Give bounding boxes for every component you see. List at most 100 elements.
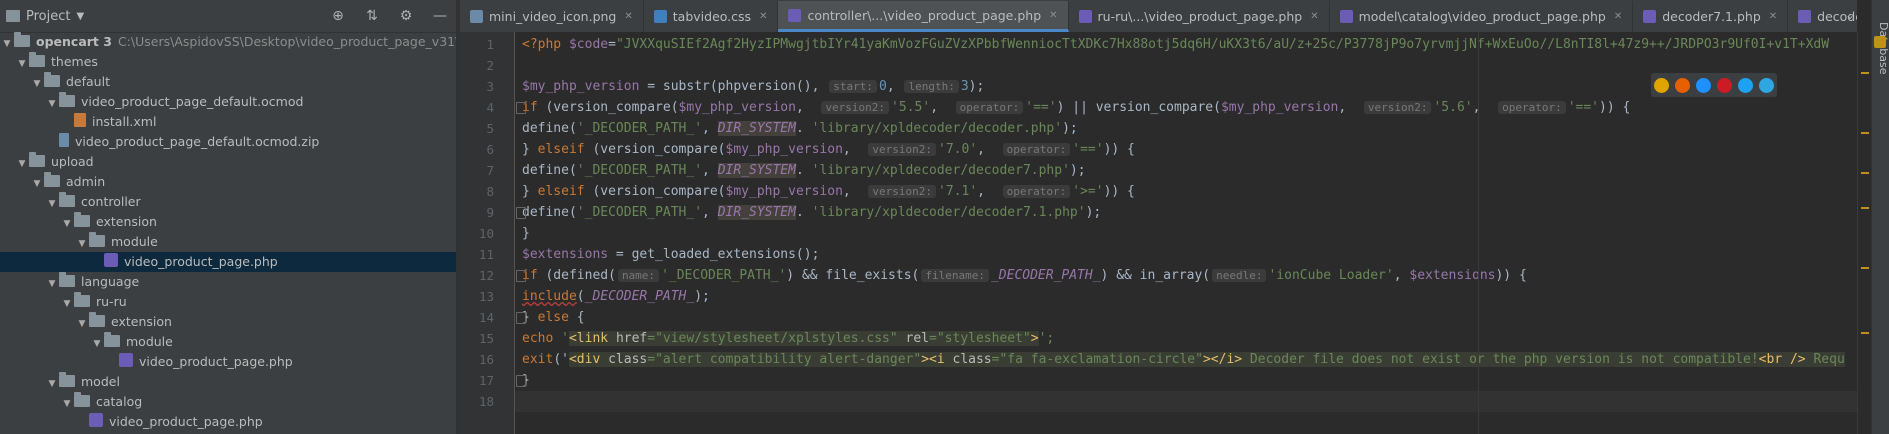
tree-folder[interactable]: ▼ extension — [0, 312, 456, 332]
editor-tab[interactable]: mini_video_icon.png ✕ — [460, 1, 644, 32]
editor-tab[interactable]: decoder7.1.php ✕ — [1633, 1, 1789, 32]
close-tab-icon[interactable]: ✕ — [1049, 10, 1057, 21]
close-tab-icon[interactable]: ✕ — [1614, 11, 1622, 22]
tab-list-chevron-icon[interactable]: ⌄ — [1845, 8, 1857, 24]
file-type-icon — [1078, 10, 1092, 23]
expand-arrow-icon[interactable]: ▼ — [60, 294, 74, 314]
expand-arrow-icon[interactable]: ▼ — [15, 54, 29, 74]
gear-icon[interactable]: ⚙ — [398, 8, 414, 24]
collapse-all-icon[interactable]: ⇅ — [364, 8, 380, 24]
opera-icon[interactable] — [1717, 77, 1732, 93]
tree-file[interactable]: video_product_page.php — [0, 352, 456, 372]
minimize-icon[interactable]: — — [432, 8, 448, 24]
editor-tab[interactable]: tabvideo.css ✕ — [644, 1, 779, 32]
editor-tab[interactable]: controller\...\video_product_page.php ✕ — [778, 1, 1069, 32]
editor-tab[interactable]: model\catalog\video_product_page.php ✕ — [1330, 1, 1634, 32]
project-view-selector[interactable]: Project ▼ — [6, 9, 84, 24]
tree-item-label: catalog — [96, 394, 143, 409]
tree-folder[interactable]: ▼ catalog — [0, 392, 456, 412]
tree-file[interactable]: video_product_page.php — [0, 412, 456, 432]
code-line: define('_DECODER_PATH_', DIR_SYSTEM. 'li… — [522, 205, 1102, 220]
expand-arrow-icon[interactable]: ▼ — [75, 314, 89, 334]
tree-folder[interactable]: ▼ controller — [0, 192, 456, 212]
database-tool-tab[interactable]: Database — [1872, 22, 1889, 75]
firefox-icon[interactable] — [1675, 77, 1690, 93]
close-tab-icon[interactable]: ✕ — [1769, 11, 1777, 22]
folder-icon — [74, 392, 90, 407]
zip-file-icon — [59, 133, 69, 147]
chrome-icon[interactable] — [1654, 77, 1669, 93]
tree-item-label: module — [111, 234, 158, 249]
folder-icon — [104, 332, 120, 347]
editor-tab[interactable]: ru-ru\...\video_product_page.php ✕ — [1069, 1, 1330, 32]
file-type-icon — [788, 8, 802, 22]
xml-file-icon — [74, 113, 86, 127]
tree-folder[interactable]: ▼ upload — [0, 152, 456, 172]
fold-marker-icon[interactable] — [516, 102, 526, 114]
tree-folder[interactable]: ▼ module — [0, 332, 456, 352]
locate-file-icon[interactable]: ⊕ — [330, 8, 346, 24]
tree-item-label: upload — [51, 154, 94, 169]
line-number: 2 — [486, 58, 494, 73]
tree-file[interactable]: install.xml — [0, 112, 456, 132]
tree-folder[interactable]: ▼ language — [0, 272, 456, 292]
safari-icon[interactable] — [1696, 77, 1711, 93]
warning-marker[interactable] — [1861, 267, 1869, 269]
tree-folder[interactable]: ▼ module — [0, 232, 456, 252]
ie-icon[interactable] — [1738, 77, 1753, 93]
tree-item-label: install.xml — [92, 114, 157, 129]
expand-arrow-icon[interactable]: ▼ — [60, 394, 74, 414]
expand-arrow-icon[interactable]: ▼ — [45, 274, 59, 294]
tree-folder[interactable]: ▼ opencart 3 C:\Users\AspidovSS\Desktop\vi… — [0, 32, 527, 54]
close-tab-icon[interactable]: ✕ — [1310, 11, 1318, 22]
tree-folder[interactable]: ▼ video_product_page_default.ocmod — [0, 92, 456, 112]
tree-folder[interactable]: ▼ ru-ru — [0, 292, 456, 312]
tree-file[interactable]: video_product_page.php — [0, 252, 456, 272]
warning-marker[interactable] — [1861, 132, 1869, 134]
expand-arrow-icon[interactable]: ▼ — [75, 234, 89, 254]
code-line: if (version_compare($my_php_version, ver… — [522, 100, 1631, 115]
close-tab-icon[interactable]: ✕ — [759, 11, 767, 22]
folder-icon — [59, 372, 75, 387]
warning-marker[interactable] — [1861, 72, 1869, 74]
editor-scrollbar[interactable] — [1857, 32, 1872, 434]
tree-folder[interactable]: ▼ themes — [0, 52, 456, 72]
folder-icon — [59, 92, 75, 107]
line-number: 11 — [478, 247, 494, 262]
expand-arrow-icon[interactable]: ▼ — [60, 214, 74, 234]
close-tab-icon[interactable]: ✕ — [624, 11, 632, 22]
line-number: 7 — [486, 163, 494, 178]
tree-folder[interactable]: ▼ default — [0, 72, 456, 92]
line-number: 14 — [478, 310, 494, 325]
fold-marker-icon[interactable] — [516, 270, 526, 282]
tree-item-label: default — [66, 74, 110, 89]
tree-folder[interactable]: ▼ admin — [0, 172, 456, 192]
warning-marker[interactable] — [1861, 207, 1869, 209]
fold-marker-icon[interactable] — [516, 375, 526, 387]
tree-item-label: admin — [66, 174, 106, 189]
tree-item-label: video_product_page_default.ocmod.zip — [75, 134, 320, 149]
tree-item-label: ru-ru — [96, 294, 127, 309]
expand-arrow-icon[interactable]: ▼ — [45, 194, 59, 214]
tree-item-label: controller — [81, 194, 141, 209]
expand-arrow-icon[interactable]: ▼ — [90, 334, 104, 354]
expand-arrow-icon[interactable]: ▼ — [45, 374, 59, 394]
warning-marker[interactable] — [1861, 172, 1869, 174]
tree-folder[interactable]: ▼ extension — [0, 212, 456, 232]
warning-marker[interactable] — [1861, 332, 1869, 334]
fold-marker-icon[interactable] — [516, 207, 526, 219]
file-type-icon — [470, 10, 483, 23]
tab-label: mini_video_icon.png — [489, 9, 617, 24]
expand-arrow-icon[interactable]: ▼ — [15, 154, 29, 174]
tree-item-label: themes — [51, 54, 98, 69]
fold-marker-icon[interactable] — [516, 312, 526, 324]
expand-arrow-icon[interactable]: ▼ — [45, 94, 59, 114]
expand-arrow-icon[interactable]: ▼ — [30, 74, 44, 94]
edge-icon[interactable] — [1759, 77, 1774, 93]
tree-folder[interactable]: ▼ model — [0, 372, 456, 392]
tree-file[interactable]: video_product_page_default.ocmod.zip — [0, 132, 456, 152]
expand-arrow-icon[interactable]: ▼ — [30, 174, 44, 194]
warning-icon[interactable] — [1874, 36, 1886, 48]
line-number: 12 — [478, 268, 494, 283]
expand-arrow-icon[interactable]: ▼ — [0, 34, 14, 54]
